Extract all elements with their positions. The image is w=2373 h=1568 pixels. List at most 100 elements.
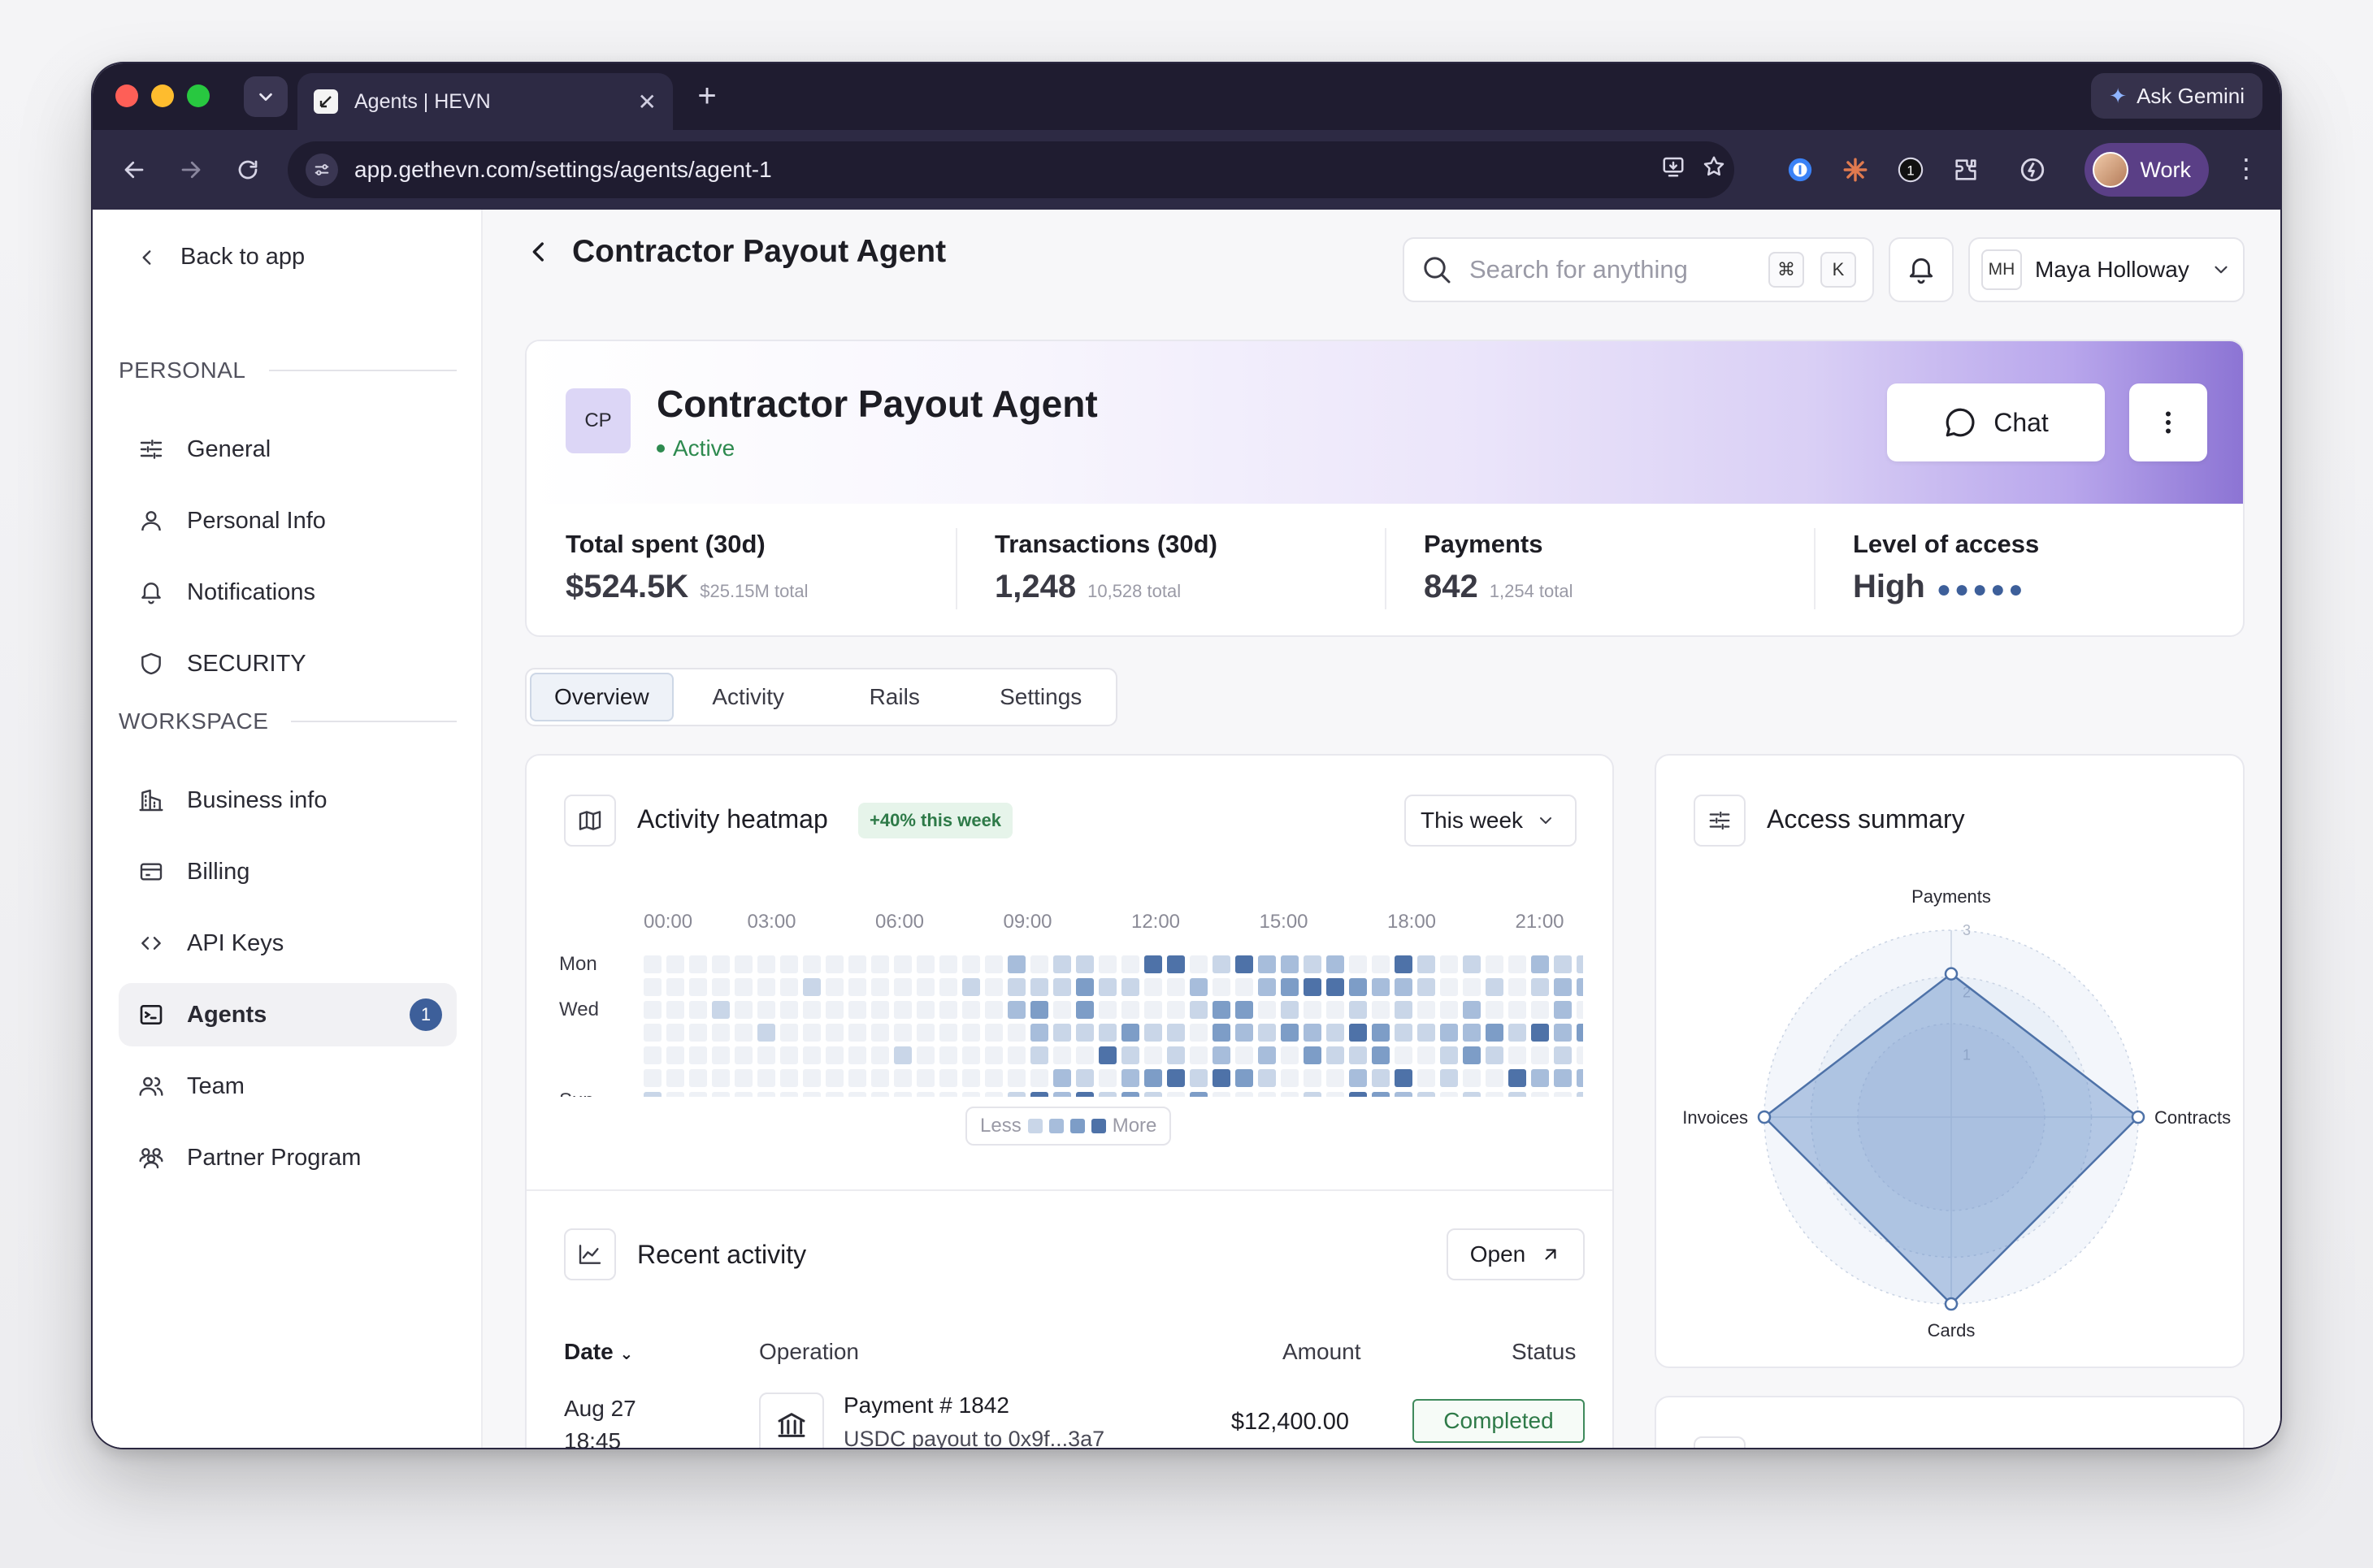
heatmap-cell[interactable] <box>871 1092 889 1097</box>
heatmap-cell[interactable] <box>985 1069 1003 1087</box>
heatmap-cell[interactable] <box>803 1024 821 1042</box>
user-menu-button[interactable]: MH Maya Holloway <box>1968 237 2245 302</box>
heatmap-cell[interactable] <box>894 1046 912 1064</box>
sidebar-item-billing[interactable]: Billing <box>119 840 457 903</box>
heatmap-cell[interactable] <box>1258 978 1276 996</box>
heatmap-cell[interactable] <box>1281 1092 1299 1097</box>
heatmap-cell[interactable] <box>1099 1069 1117 1087</box>
heatmap-cell[interactable] <box>644 1046 662 1064</box>
heatmap-cell[interactable] <box>1486 978 1503 996</box>
heatmap-cell[interactable] <box>1417 1069 1435 1087</box>
heatmap-cell[interactable] <box>757 978 775 996</box>
heatmap-cell[interactable] <box>1463 1001 1481 1019</box>
heatmap-cell[interactable] <box>1304 1046 1321 1064</box>
heatmap-cell[interactable] <box>1440 1046 1458 1064</box>
chat-button[interactable]: Chat <box>1887 383 2105 461</box>
heatmap-cell[interactable] <box>735 1024 753 1042</box>
heatmap-cell[interactable] <box>1304 1069 1321 1087</box>
heatmap-cell[interactable] <box>712 1046 730 1064</box>
heatmap-cell[interactable] <box>939 1092 957 1097</box>
global-search-input[interactable]: Search for anything ⌘ K <box>1403 237 1874 302</box>
heatmap-cell[interactable] <box>1326 1069 1344 1087</box>
heatmap-cell[interactable] <box>780 1024 798 1042</box>
heatmap-cell[interactable] <box>1076 1092 1094 1097</box>
heatmap-cell[interactable] <box>1076 955 1094 973</box>
heatmap-cell[interactable] <box>985 978 1003 996</box>
tab-overview[interactable]: Overview <box>530 673 674 721</box>
heatmap-cell[interactable] <box>780 1069 798 1087</box>
heatmap-cell[interactable] <box>1167 1092 1185 1097</box>
heatmap-cell[interactable] <box>1121 1092 1139 1097</box>
heatmap-cell[interactable] <box>1076 978 1094 996</box>
heatmap-cell[interactable] <box>894 1001 912 1019</box>
close-tab-icon[interactable]: ✕ <box>638 89 657 115</box>
heatmap-cell[interactable] <box>985 1024 1003 1042</box>
heatmap-cell[interactable] <box>1486 1069 1503 1087</box>
heatmap-cell[interactable] <box>1486 1001 1503 1019</box>
heatmap-cell[interactable] <box>735 978 753 996</box>
heatmap-cell[interactable] <box>1531 978 1549 996</box>
heatmap-cell[interactable] <box>666 978 684 996</box>
heatmap-cell[interactable] <box>848 1001 866 1019</box>
heatmap-cell[interactable] <box>689 1092 707 1097</box>
heatmap-cell[interactable] <box>1554 955 1572 973</box>
heatmap-cell[interactable] <box>1349 1092 1367 1097</box>
heatmap-cell[interactable] <box>826 1069 844 1087</box>
heatmap-cell[interactable] <box>1053 1069 1071 1087</box>
heatmap-cell[interactable] <box>1235 1024 1253 1042</box>
heatmap-cell[interactable] <box>803 978 821 996</box>
heatmap-cell[interactable] <box>917 1092 935 1097</box>
heatmap-cell[interactable] <box>1235 1046 1253 1064</box>
heatmap-cell[interactable] <box>1144 978 1162 996</box>
heatmap-cell[interactable] <box>1076 1069 1094 1087</box>
heatmap-cell[interactable] <box>826 1024 844 1042</box>
heatmap-cell[interactable] <box>1213 955 1230 973</box>
heatmap-cell[interactable] <box>735 1069 753 1087</box>
heatmap-cell[interactable] <box>1349 955 1367 973</box>
heatmap-cell[interactable] <box>1235 955 1253 973</box>
browser-profile-button[interactable]: Work <box>2085 143 2209 197</box>
heatmap-cell[interactable] <box>1417 955 1435 973</box>
heatmap-cell[interactable] <box>1463 1069 1481 1087</box>
browser-menu-icon[interactable]: ⋮ <box>2233 153 2259 184</box>
heatmap-cell[interactable] <box>1030 1024 1048 1042</box>
heatmap-cell[interactable] <box>1053 1024 1071 1042</box>
minimize-window-button[interactable] <box>151 84 174 107</box>
notifications-button[interactable] <box>1889 237 1954 302</box>
heatmap-cell[interactable] <box>1190 1046 1208 1064</box>
heatmap-cell[interactable] <box>1190 1069 1208 1087</box>
heatmap-cell[interactable] <box>712 1069 730 1087</box>
open-activity-button[interactable]: Open <box>1447 1228 1585 1280</box>
heatmap-cell[interactable] <box>1121 978 1139 996</box>
heatmap-cell[interactable] <box>1531 1046 1549 1064</box>
sidebar-item-business-info[interactable]: Business info <box>119 769 457 832</box>
heatmap-cell[interactable] <box>689 978 707 996</box>
heatmap-cell[interactable] <box>1030 955 1048 973</box>
sidebar-item-agents[interactable]: Agents 1 <box>119 983 457 1046</box>
heatmap-cell[interactable] <box>1486 1024 1503 1042</box>
ask-gemini-button[interactable]: ✦ Ask Gemini <box>2091 73 2262 119</box>
heatmap-cell[interactable] <box>894 955 912 973</box>
heatmap-cell[interactable] <box>1463 955 1481 973</box>
radar-point[interactable] <box>2131 1110 2145 1124</box>
heatmap-cell[interactable] <box>757 1092 775 1097</box>
heatmap-cell[interactable] <box>962 955 980 973</box>
heatmap-cell[interactable] <box>939 978 957 996</box>
heatmap-cell[interactable] <box>1395 1069 1412 1087</box>
heatmap-cell[interactable] <box>1326 1024 1344 1042</box>
heatmap-cell[interactable] <box>1258 1092 1276 1097</box>
heatmap-cell[interactable] <box>1349 1046 1367 1064</box>
heatmap-cell[interactable] <box>1531 1069 1549 1087</box>
heatmap-cell[interactable] <box>1281 978 1299 996</box>
heatmap-cell[interactable] <box>1121 1001 1139 1019</box>
heatmap-cell[interactable] <box>848 1092 866 1097</box>
heatmap-cell[interactable] <box>894 1092 912 1097</box>
tab-activity[interactable]: Activity <box>677 673 820 721</box>
heatmap-cell[interactable] <box>1372 1046 1390 1064</box>
heatmap-cell[interactable] <box>1463 1046 1481 1064</box>
heatmap-cell[interactable] <box>1554 1069 1572 1087</box>
heatmap-cell[interactable] <box>1099 1024 1117 1042</box>
heatmap-cell[interactable] <box>1144 1092 1162 1097</box>
radar-point[interactable] <box>1944 967 1959 981</box>
heatmap-cell[interactable] <box>894 1069 912 1087</box>
